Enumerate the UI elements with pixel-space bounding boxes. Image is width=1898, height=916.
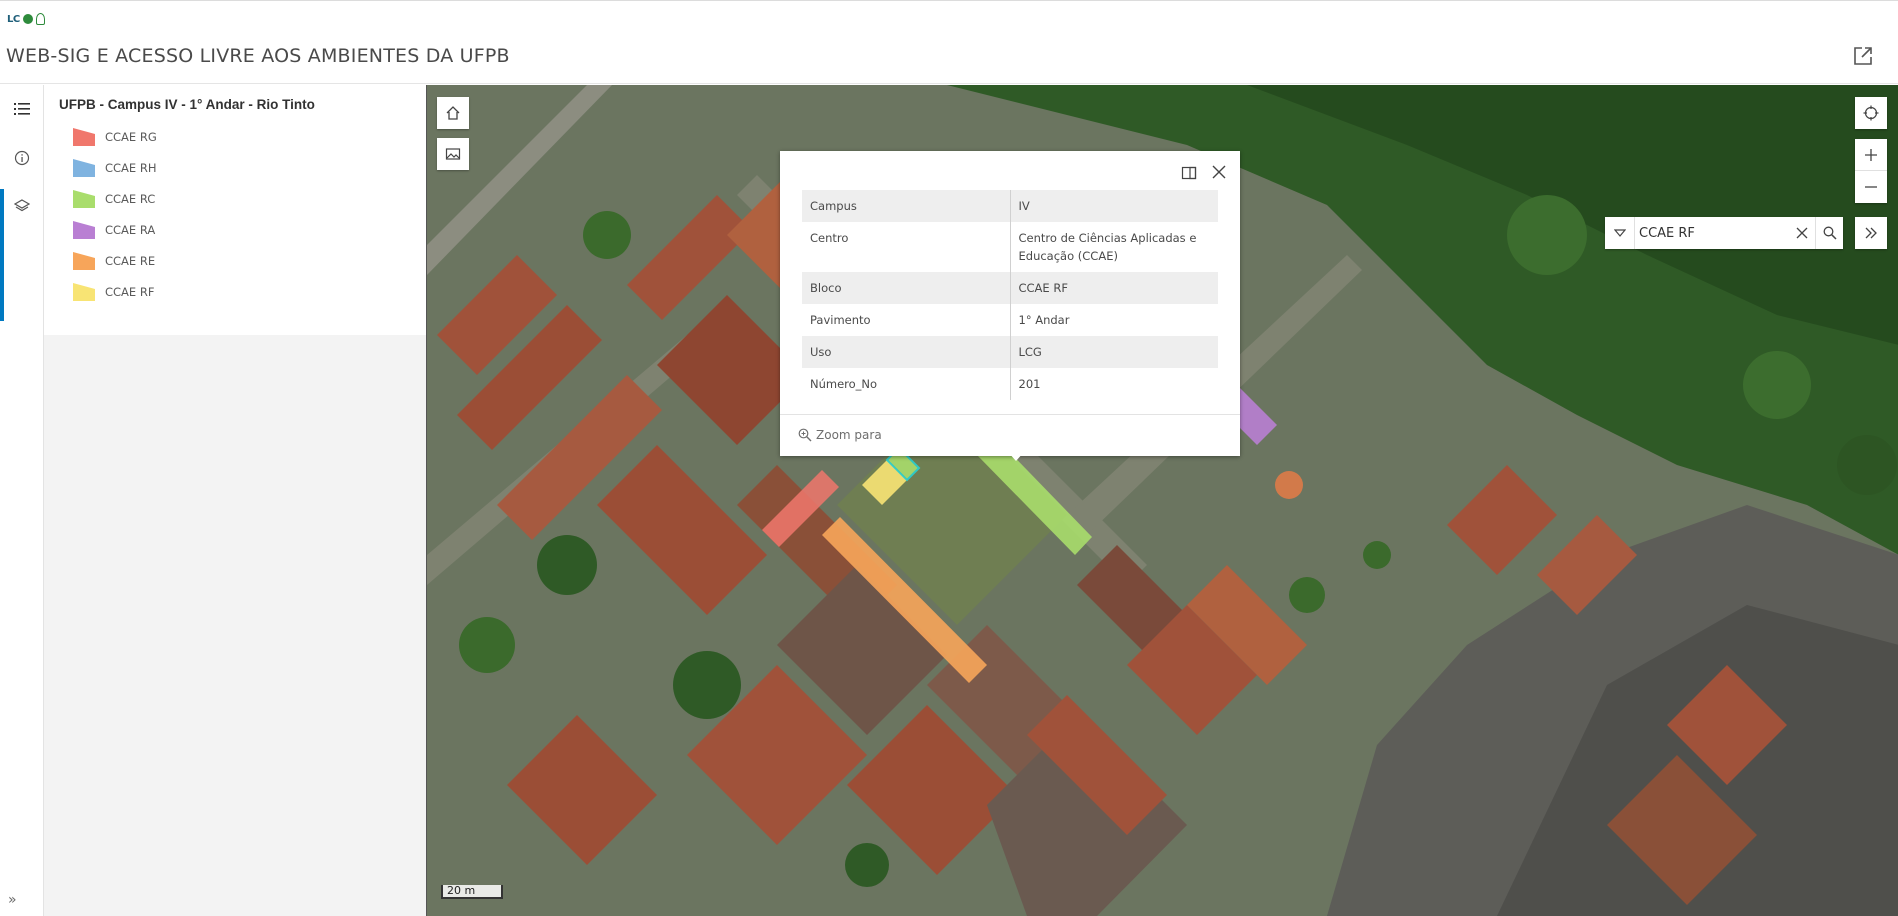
- layers-button[interactable]: [0, 184, 44, 228]
- dock-icon: [1181, 166, 1197, 180]
- side-rail: »: [0, 85, 44, 916]
- legend-item: CCAE RF: [72, 281, 154, 303]
- legend-layer-title: UFPB - Campus IV - 1° Andar - Rio Tinto: [59, 97, 315, 112]
- legend-item: CCAE RG: [72, 126, 157, 148]
- logo-dot-icon: [22, 14, 33, 24]
- attribute-key: Centro: [802, 222, 1011, 272]
- legend-swatch: [73, 221, 95, 239]
- legend-swatch: [73, 159, 95, 177]
- legend-item-label: CCAE RC: [105, 192, 156, 206]
- basemap-button[interactable]: [437, 138, 469, 170]
- layers-icon: [14, 199, 30, 212]
- attribute-value: 1° Andar: [1018, 313, 1070, 327]
- info-icon: [14, 150, 30, 166]
- logo-bulb-icon: [35, 13, 45, 25]
- expand-rail-button[interactable]: »: [8, 892, 17, 908]
- search-icon: [1823, 226, 1837, 240]
- locate-button[interactable]: [1855, 97, 1887, 129]
- legend-item: CCAE RH: [72, 157, 157, 179]
- close-popup-button[interactable]: [1210, 163, 1228, 181]
- crosshair-icon: [1863, 105, 1879, 121]
- table-row: Bloco CCAE RF: [802, 272, 1218, 304]
- share-icon: [1854, 47, 1872, 65]
- legend-swatch: [73, 190, 95, 208]
- legend-item-label: CCAE RE: [105, 254, 156, 268]
- attribute-value: 201: [1018, 377, 1041, 391]
- zoom-out-button[interactable]: [1855, 171, 1887, 203]
- attribute-key: Uso: [802, 336, 1011, 368]
- caret-down-icon: [1613, 229, 1626, 237]
- home-button[interactable]: [437, 97, 469, 129]
- table-row: Pavimento 1° Andar: [802, 304, 1218, 336]
- legend-swatch: [73, 128, 95, 146]
- search-button[interactable]: [1815, 217, 1843, 249]
- attribute-value: IV: [1010, 190, 1218, 222]
- attribute-value: Centro de Ciências Aplicadas e Educação …: [1018, 231, 1197, 263]
- popup-footer: Zoom para: [780, 414, 1240, 442]
- attribute-value: CCAE RF: [1010, 272, 1218, 304]
- home-icon: [446, 106, 460, 120]
- legend-item-label: CCAE RH: [105, 161, 157, 175]
- attribute-key: Campus: [802, 190, 1011, 222]
- table-row: Número_No 201: [802, 368, 1218, 400]
- app-header: LC WEB-SIG E ACESSO LIVRE AOS AMBIENTES …: [0, 0, 1898, 84]
- zoom-control: [1855, 139, 1887, 203]
- minus-icon: [1865, 186, 1877, 188]
- zoom-to-label: Zoom para: [816, 428, 882, 442]
- zoom-in-button[interactable]: [1855, 139, 1887, 171]
- attribute-value: LCG: [1010, 336, 1218, 368]
- app-title: WEB-SIG E ACESSO LIVRE AOS AMBIENTES DA …: [6, 45, 510, 67]
- image-icon: [445, 148, 461, 160]
- dock-popup-button[interactable]: [1181, 165, 1197, 181]
- scale-bar: 20 m: [441, 885, 503, 899]
- app-logo: LC: [7, 12, 45, 26]
- search-source-dropdown[interactable]: [1605, 217, 1635, 249]
- logo-text: LC: [7, 13, 20, 25]
- feature-popup: Campus IV Centro Centro de Ciências Aplica…: [780, 151, 1240, 461]
- legend-item: CCAE RE: [72, 250, 155, 272]
- attribute-key: Pavimento: [802, 304, 1011, 336]
- close-icon: [1212, 165, 1226, 179]
- attribute-key: Bloco: [802, 272, 1011, 304]
- expand-search-button[interactable]: [1855, 217, 1887, 249]
- clear-search-button[interactable]: [1790, 217, 1814, 249]
- share-button[interactable]: [1852, 45, 1874, 67]
- attribute-key: Número_No: [802, 368, 1011, 400]
- plus-icon: [1865, 148, 1877, 161]
- rail-active-indicator: [0, 189, 4, 321]
- popup-pointer: [1008, 452, 1024, 461]
- double-chevron-right-icon: [1865, 227, 1877, 239]
- legend-item: CCAE RC: [72, 188, 155, 210]
- zoom-to-button[interactable]: Zoom para: [798, 428, 882, 442]
- legend-button[interactable]: [0, 87, 44, 131]
- info-button[interactable]: [0, 136, 44, 180]
- legend-item: CCAE RA: [72, 219, 155, 241]
- legend-panel-empty-area: [44, 335, 426, 916]
- legend-swatch: [73, 252, 95, 270]
- zoom-in-icon: [798, 428, 812, 442]
- legend-item-label: CCAE RA: [105, 223, 156, 237]
- legend-swatch: [73, 283, 95, 301]
- legend-item-label: CCAE RG: [105, 130, 157, 144]
- close-icon: [1796, 227, 1808, 239]
- legend-panel: UFPB - Campus IV - 1° Andar - Rio Tinto …: [44, 85, 426, 335]
- table-row: Uso LCG: [802, 336, 1218, 368]
- attribute-table: Campus IV Centro Centro de Ciências Aplica…: [802, 190, 1218, 400]
- legend-list-icon: [14, 103, 30, 115]
- search-input[interactable]: [1639, 223, 1789, 243]
- search-widget: [1605, 217, 1843, 249]
- legend-item-label: CCAE RF: [105, 285, 155, 299]
- table-row: Campus IV: [802, 190, 1218, 222]
- table-row: Centro Centro de Ciências Aplicadas e Edu…: [802, 222, 1218, 272]
